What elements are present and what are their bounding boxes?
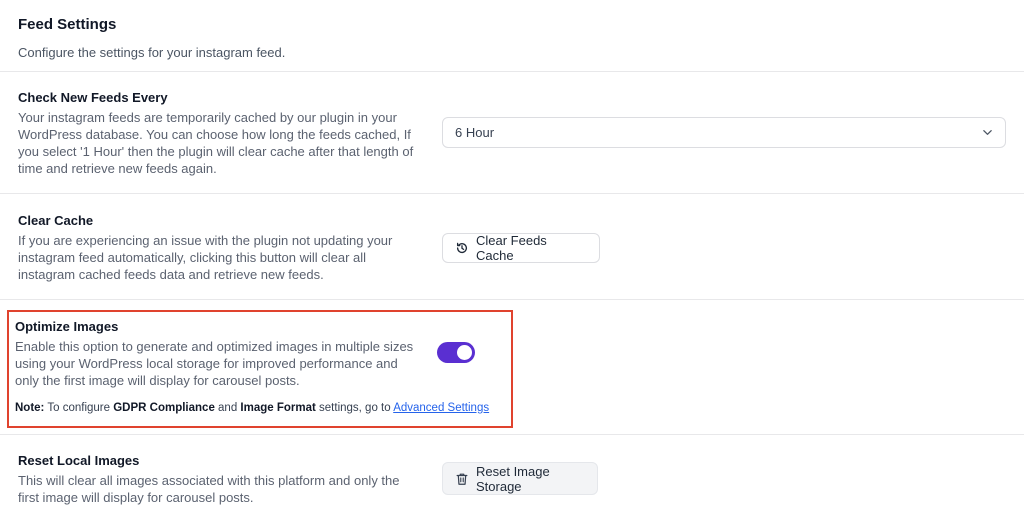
optimize-images-title: Optimize Images [15,319,119,334]
note-text: and [214,402,241,414]
divider [0,299,1024,300]
chevron-down-icon [981,127,993,139]
check-feeds-title: Check New Feeds Every [18,90,168,105]
note-gdpr: GDPR Compliance [113,402,215,414]
page-title: Feed Settings [18,16,117,33]
clear-cache-description: If you are experiencing an issue with th… [18,233,393,282]
divider [0,71,1024,72]
optimize-images-description: Enable this option to generate and optim… [15,339,414,388]
clear-cache-title: Clear Cache [18,213,94,228]
divider [0,434,1024,435]
note-image-format: Image Format [240,402,316,414]
feed-interval-select[interactable]: 6 Hour [442,117,1006,148]
clear-feeds-cache-label: Clear Feeds Cache [476,233,547,263]
clear-feeds-cache-button[interactable]: Clear Feeds Cache [442,233,600,263]
reset-image-storage-label: Reset Image Storage [476,463,550,494]
reset-image-storage-button[interactable]: Reset Image Storage [442,462,598,495]
advanced-settings-link[interactable]: Advanced Settings [393,402,489,414]
page-subtitle: Configure the settings for your instagra… [18,45,286,60]
history-icon [455,241,469,255]
feed-interval-value: 6 Hour [455,125,495,140]
note-text: To configure [44,402,114,414]
check-feeds-description: Your instagram feeds are temporarily cac… [18,110,414,176]
page-header: Feed Settings Configure the settings for… [18,16,285,60]
trash-icon [455,472,469,486]
optimize-images-note: Note: To configure GDPR Compliance and I… [15,402,489,414]
reset-images-title: Reset Local Images [18,453,140,468]
divider [0,193,1024,194]
note-text: settings, go to [315,402,394,414]
note-label: Note: [15,402,45,414]
reset-images-description: This will clear all images associated wi… [18,473,400,505]
optimize-images-toggle[interactable] [437,342,475,363]
toggle-knob [457,345,472,360]
